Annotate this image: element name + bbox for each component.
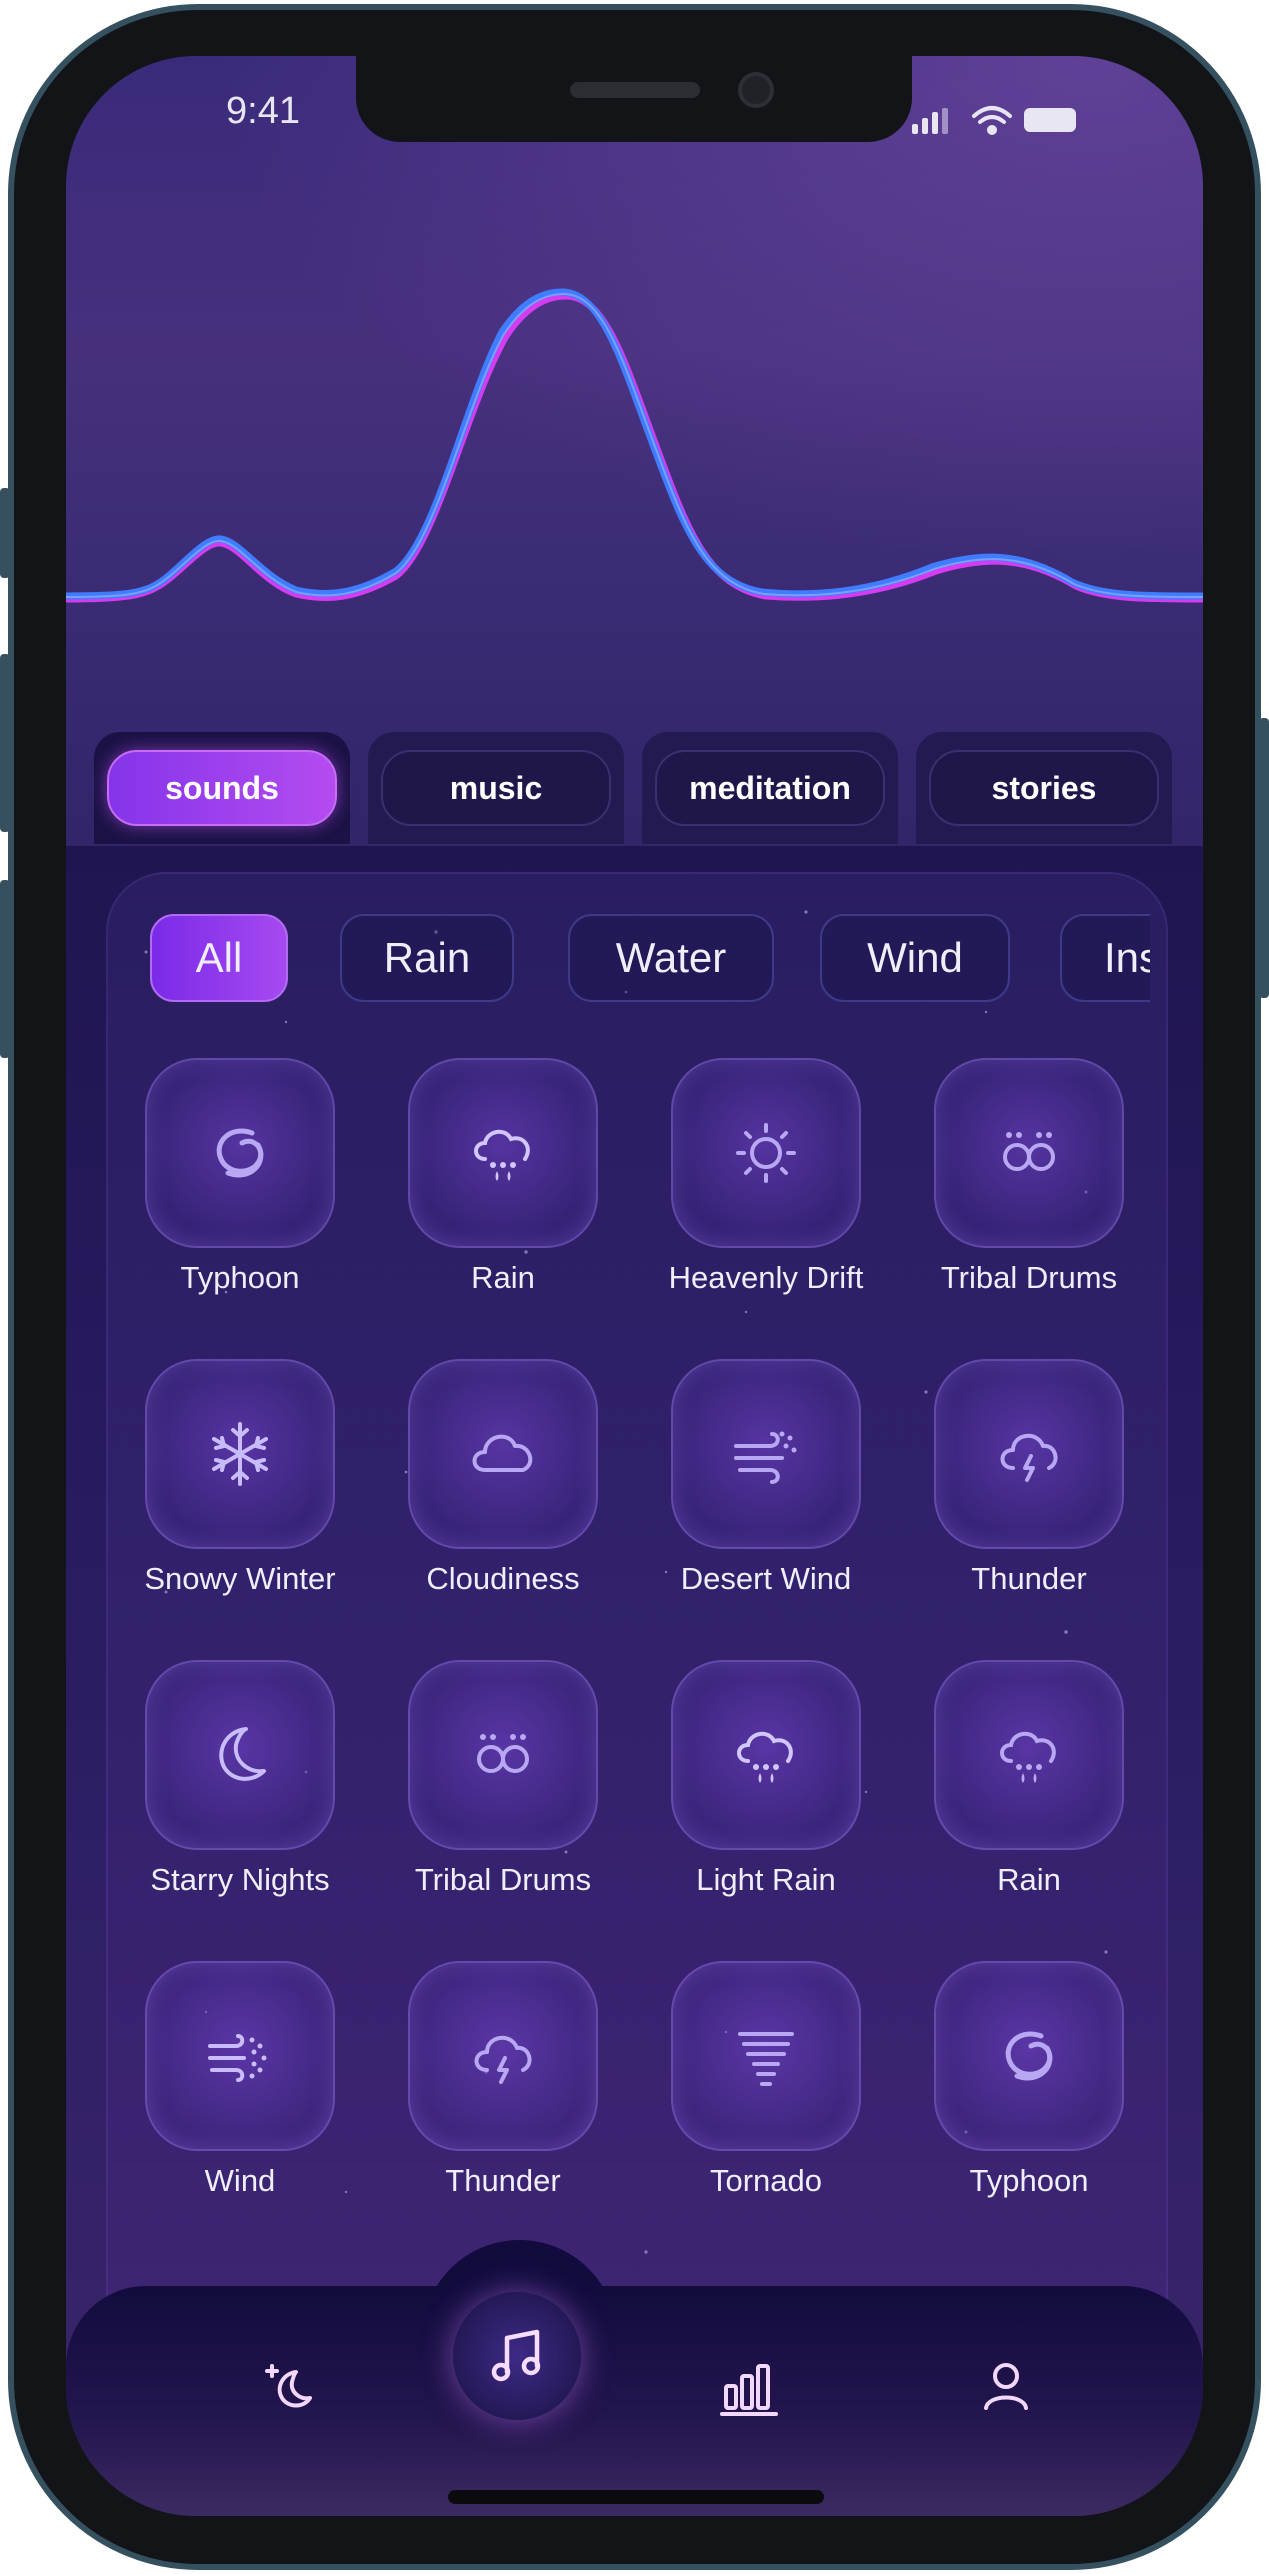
front-camera [738,72,774,108]
status-time: 9:41 [226,90,300,132]
sound-label: Tribal Drums [414,1862,592,1897]
volume-down-button [0,880,10,1058]
sound-label: Wind [204,2163,276,2198]
thunder-cloud-icon [474,2036,532,2084]
home-indicator [448,2490,824,2504]
sound-tile-cloudiness[interactable] [408,1359,598,1549]
status-icons [912,106,1076,135]
speaker-grille [570,82,700,98]
sound-tile-starry-nights[interactable] [145,1660,335,1850]
sound-tile-thunder[interactable] [408,1961,598,2151]
wind-icon [734,1431,797,1484]
tab-label: music [381,750,611,826]
tab-stories[interactable]: stories [916,732,1172,844]
battery-icon [1024,108,1076,132]
sound-label: Thunder [971,1561,1087,1596]
thunder-cloud-icon [1000,1434,1058,1482]
sound-label: Typhoon [180,1260,300,1295]
filter-wind[interactable]: Wind [820,914,1010,1002]
cloud-icon [472,1434,533,1472]
filter-water[interactable]: Water [568,914,774,1002]
sound-label: Tornado [709,2163,823,2198]
sound-label: Thunder [445,2163,561,2198]
sound-tile-rain[interactable] [408,1058,598,1248]
filter-chips: All Rain Water Wind Ins [150,912,1150,1006]
tab-meditation[interactable]: meditation [642,732,898,844]
sound-tile-typhoon[interactable] [145,1058,335,1248]
sound-label: Light Rain [696,1862,836,1897]
rain-cloud-icon [1000,1731,1056,1783]
moon-icon [219,1727,266,1781]
tab-label: stories [929,750,1159,826]
drums-icon [1003,1132,1055,1171]
sound-tile-thunder[interactable] [934,1359,1124,1549]
sound-tile-light-rain[interactable] [671,1660,861,1850]
sound-label: Starry Nights [150,1862,330,1897]
filter-insects[interactable]: Ins [1060,914,1150,1002]
typhoon-icon [1005,2031,1053,2081]
typhoon-icon [216,1128,264,1178]
stats-icon [720,2364,778,2416]
tab-music[interactable]: music [368,732,624,844]
rain-cloud-icon [737,1731,793,1783]
power-button [1259,718,1269,998]
sound-label: Rain [471,1260,535,1295]
sound-label: Tribal Drums [940,1260,1118,1295]
tab-sounds[interactable]: sounds [94,732,350,844]
filter-all[interactable]: All [150,914,288,1002]
sound-label: Snowy Winter [144,1561,336,1596]
rain-cloud-icon [474,1129,530,1181]
filter-rain[interactable]: Rain [340,914,514,1002]
sound-tile-tribal-drums[interactable] [934,1058,1124,1248]
sound-tile-heavenly-drift[interactable] [671,1058,861,1248]
sound-label: Heavenly Drift [668,1260,864,1295]
sound-tile-tribal-drums[interactable] [408,1660,598,1850]
mute-switch [0,488,10,578]
wifi-icon [972,106,1012,135]
category-tabs: sounds music meditation stories [94,732,1184,844]
sound-tile-rain[interactable] [934,1660,1124,1850]
sound-tile-snowy-winter[interactable] [145,1359,335,1549]
tab-label: meditation [655,750,885,826]
nav-music[interactable] [453,2292,581,2420]
sound-label: Cloudiness [426,1561,580,1596]
tornado-icon [738,2032,794,2086]
snowflake-icon [212,1422,268,1486]
wind-dots-icon [208,2034,267,2082]
volume-up-button [0,654,10,832]
sound-tile-desert-wind[interactable] [671,1359,861,1549]
nav-stats[interactable] [712,2346,792,2426]
tab-label: sounds [107,750,337,826]
notch [356,56,912,142]
sound-label: Desert Wind [680,1561,852,1596]
profile-icon [984,2363,1028,2410]
music-note-icon [491,2329,541,2382]
sound-label: Typhoon [969,2163,1089,2198]
sound-tile-wind[interactable] [145,1961,335,2151]
sound-label: Rain [997,1862,1061,1897]
sound-waveform [66,288,1203,603]
sun-icon [736,1123,796,1183]
drums-icon [477,1734,529,1773]
app-screen: 9:41 sounds music meditation stories All… [66,56,1203,2516]
sound-tile-typhoon[interactable] [934,1961,1124,2151]
nav-profile[interactable] [966,2346,1046,2426]
sound-tile-tornado[interactable] [671,1961,861,2151]
nav-sleep[interactable] [250,2346,330,2426]
sleep-icon [265,2364,312,2408]
signal-icon [912,108,948,134]
